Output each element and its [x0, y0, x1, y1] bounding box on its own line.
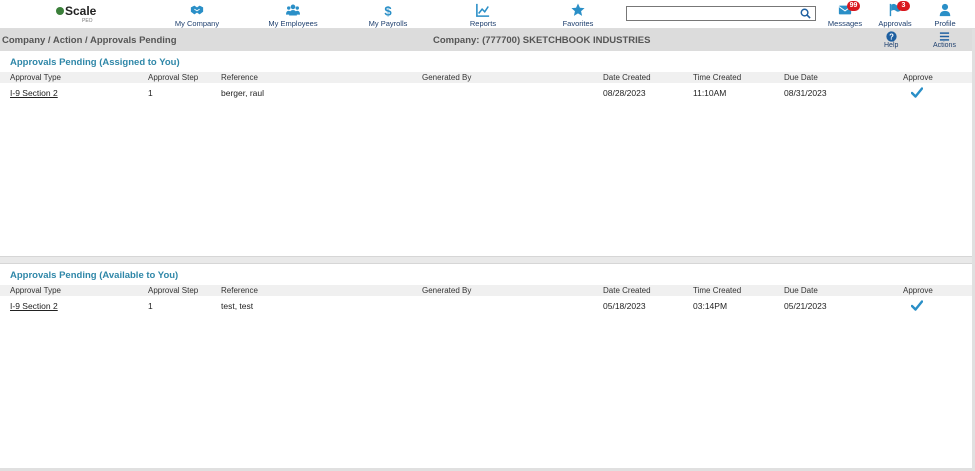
- col-approval-step: Approval Step: [148, 286, 199, 295]
- logo-text: Scale: [56, 4, 96, 18]
- available-section-title: Approvals Pending (Available to You): [10, 270, 179, 281]
- approval-type-link[interactable]: I-9 Section 2: [10, 88, 58, 98]
- help-button[interactable]: ? Help: [884, 31, 898, 49]
- approval-type-link[interactable]: I-9 Section 2: [10, 301, 58, 311]
- actions-button[interactable]: Actions: [933, 31, 956, 49]
- question-circle-icon: ?: [884, 31, 898, 42]
- scale-peo-logo[interactable]: Scale PEO: [56, 4, 100, 26]
- col-time-created: Time Created: [693, 286, 742, 295]
- nav-reports[interactable]: Reports: [448, 3, 518, 28]
- user-icon: [915, 3, 975, 17]
- approve-checkmark-icon[interactable]: [911, 87, 923, 98]
- section-divider: [0, 256, 975, 264]
- nav-my-employees[interactable]: My Employees: [258, 3, 328, 28]
- col-approve: Approve: [903, 286, 933, 295]
- time-created-cell: 03:14PM: [693, 301, 728, 311]
- svg-text:?: ?: [889, 33, 894, 42]
- col-approval-type: Approval Type: [10, 286, 61, 295]
- available-section: Approvals Pending (Available to You) App…: [0, 264, 975, 468]
- date-created-cell: 08/28/2023: [603, 88, 646, 98]
- nav-my-employees-label: My Employees: [268, 19, 318, 28]
- handshake-icon: [162, 3, 232, 17]
- hamburger-menu-icon: [933, 31, 956, 42]
- approvals-badge: 3: [897, 1, 910, 11]
- logo-mark-icon: [56, 7, 64, 15]
- star-icon: [543, 3, 613, 17]
- time-created-cell: 11:10AM: [693, 88, 727, 98]
- col-reference: Reference: [221, 286, 258, 295]
- col-due-date: Due Date: [784, 286, 818, 295]
- help-label: Help: [884, 42, 899, 49]
- dollar-icon: $: [353, 3, 423, 18]
- col-approval-step: Approval Step: [148, 73, 199, 82]
- col-generated-by: Generated By: [422, 286, 472, 295]
- nav-my-company-label: My Company: [174, 19, 220, 28]
- search-input[interactable]: [627, 7, 795, 20]
- due-date-cell: 08/31/2023: [784, 88, 827, 98]
- svg-text:$: $: [384, 3, 392, 17]
- nav-profile-label: Profile: [934, 19, 956, 28]
- actions-label: Actions: [933, 42, 956, 49]
- top-navigation-bar: Scale PEO My Company My Employees $ My P…: [0, 0, 975, 29]
- table-row: I-9 Section 2 1 test, test 05/18/2023 03…: [0, 300, 975, 313]
- approve-checkmark-icon[interactable]: [911, 300, 923, 311]
- col-time-created: Time Created: [693, 73, 742, 82]
- col-approve: Approve: [903, 73, 933, 82]
- col-generated-by: Generated By: [422, 73, 472, 82]
- reference-cell: berger, raul: [221, 88, 264, 98]
- breadcrumb-bar: Company / Action / Approvals Pending Com…: [0, 29, 975, 51]
- nav-my-payrolls[interactable]: $ My Payrolls: [353, 3, 423, 28]
- approval-step-cell: 1: [148, 88, 153, 98]
- col-date-created: Date Created: [603, 286, 651, 295]
- nav-favorites-label: Favorites: [562, 19, 594, 28]
- nav-profile[interactable]: Profile: [915, 3, 975, 28]
- col-date-created: Date Created: [603, 73, 651, 82]
- chart-line-icon: [448, 3, 518, 17]
- col-approval-type: Approval Type: [10, 73, 61, 82]
- logo-subtext: PEO: [82, 18, 93, 24]
- assigned-section-title: Approvals Pending (Assigned to You): [10, 57, 180, 68]
- table-row: I-9 Section 2 1 berger, raul 08/28/2023 …: [0, 87, 975, 100]
- reference-cell: test, test: [221, 301, 254, 311]
- nav-favorites[interactable]: Favorites: [543, 3, 613, 28]
- assigned-table-header: Approval Type Approval Step Reference Ge…: [0, 72, 975, 83]
- nav-reports-label: Reports: [469, 19, 497, 28]
- available-table-header: Approval Type Approval Step Reference Ge…: [0, 285, 975, 296]
- breadcrumb: Company / Action / Approvals Pending: [2, 35, 177, 46]
- messages-badge: 99: [847, 1, 860, 11]
- col-due-date: Due Date: [784, 73, 818, 82]
- company-name: Company: (777700) SKETCHBOOK INDUSTRIES: [433, 35, 651, 46]
- nav-my-company[interactable]: My Company: [162, 3, 232, 28]
- search-box: [626, 6, 816, 21]
- date-created-cell: 05/18/2023: [603, 301, 646, 311]
- due-date-cell: 05/21/2023: [784, 301, 827, 311]
- users-icon: [258, 3, 328, 17]
- nav-my-payrolls-label: My Payrolls: [368, 19, 408, 28]
- col-reference: Reference: [221, 73, 258, 82]
- approval-step-cell: 1: [148, 301, 153, 311]
- assigned-section: Approvals Pending (Assigned to You) Appr…: [0, 51, 975, 256]
